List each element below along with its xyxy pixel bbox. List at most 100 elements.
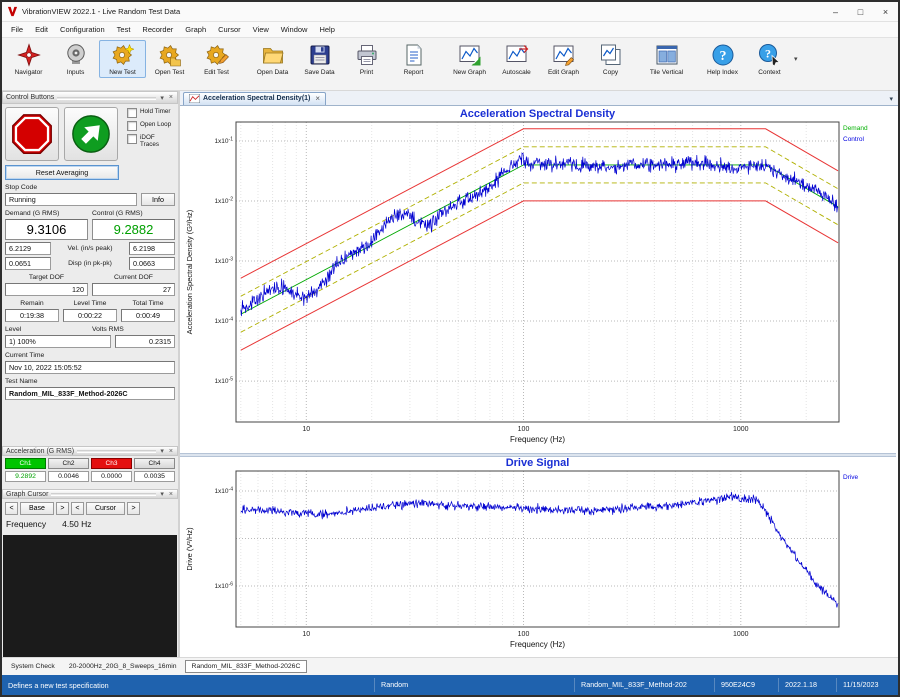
start-arrow-icon — [70, 113, 112, 155]
svg-text:Drive (V²/Hz): Drive (V²/Hz) — [185, 527, 194, 571]
app-logo-icon — [7, 6, 18, 17]
bottom-tab-system-check[interactable]: System Check — [5, 661, 61, 672]
toolbar-group: Navigator Inputs New Test Open TestEdit Tes… — [5, 40, 240, 78]
total-time-value: 0:00:49 — [121, 309, 175, 322]
status-bar: Defines a new test specification Random … — [2, 675, 898, 695]
graph-cursor-panel-header: Graph Cursor ▾ × — [2, 489, 178, 499]
panel-collapse-icon[interactable]: ▾ — [159, 447, 165, 455]
channel-header-ch2[interactable]: Ch2 — [48, 458, 89, 469]
help-index-icon: ? — [711, 43, 735, 67]
info-button[interactable]: Info — [141, 193, 175, 206]
graph-tab[interactable]: Acceleration Spectral Density(1) × — [183, 92, 326, 105]
toolbar-button-navigator[interactable]: Navigator — [5, 40, 52, 78]
minimize-button[interactable]: – — [823, 2, 848, 21]
svg-text:1x10-5: 1x10-5 — [214, 377, 233, 386]
save-data-icon — [308, 43, 332, 67]
acceleration-panel: Acceleration (G RMS) ▾ × Ch1Ch2Ch3Ch49.2… — [2, 446, 178, 484]
cursor-button[interactable]: Cursor — [86, 502, 125, 515]
toolbar-button-help-index[interactable]: ?Help Index — [699, 40, 746, 78]
frequency-label: Frequency — [6, 519, 46, 529]
menu-item-test[interactable]: Test — [111, 23, 137, 36]
toolbar-button-new-test[interactable]: New Test — [99, 40, 146, 78]
asd-chart[interactable]: 1010010001x10-11x10-21x10-31x10-41x10-5A… — [180, 106, 896, 453]
window-title: VibrationVIEW 2022.1 - Live Random Test … — [22, 7, 823, 16]
toolbar-button-copy[interactable]: Copy — [587, 40, 634, 78]
menu-item-recorder[interactable]: Recorder — [136, 23, 179, 36]
toolbar-button-edit-graph[interactable]: Edit Graph — [540, 40, 587, 78]
panel-close-icon[interactable]: × — [168, 448, 174, 455]
status-id: 950E24C9 — [714, 678, 778, 692]
panel-collapse-icon[interactable]: ▾ — [159, 94, 165, 102]
panel-collapse-icon[interactable]: ▾ — [159, 490, 165, 498]
base-next-button[interactable]: > — [56, 502, 69, 515]
test-name-value: Random_MIL_833F_Method-2026C — [5, 387, 175, 400]
toolbar: Navigator Inputs New Test Open TestEdit Tes… — [2, 38, 898, 91]
toolbar-button-edit-test[interactable]: Edit Test — [193, 40, 240, 78]
volts-rms-label: Volts RMS — [92, 326, 175, 333]
channel-value-ch2: 0.0046 — [48, 471, 89, 482]
menu-item-file[interactable]: File — [5, 23, 29, 36]
toolbar-button-autoscale[interactable]: Autoscale — [493, 40, 540, 78]
menu-item-window[interactable]: Window — [275, 23, 314, 36]
toolbar-button-context[interactable]: ?Context — [746, 40, 793, 78]
checkbox-item-idof-traces: iDOF Traces — [127, 134, 175, 148]
control-buttons-panel-body: Hold TimerOpen LoopiDOF Traces Reset Ave… — [2, 104, 178, 400]
graph-tab-close-icon[interactable]: × — [315, 94, 320, 103]
bottom-tab-20-2000hz-20g-8-sweeps-16min[interactable]: 20-2000Hz_20G_8_Sweeps_16min — [63, 661, 183, 672]
checkbox-open-loop[interactable] — [127, 121, 137, 131]
content-area: Control Buttons ▾ × — [2, 91, 898, 657]
toolbar-button-save-data[interactable]: Save Data — [296, 40, 343, 78]
drive-chart[interactable]: 1010010001x10-41x10-6Drive SignalFrequen… — [180, 457, 896, 657]
menu-item-graph[interactable]: Graph — [179, 23, 212, 36]
cursor-next-button[interactable]: > — [127, 502, 140, 515]
svg-text:1x10-3: 1x10-3 — [214, 257, 233, 266]
toolbar-group: ?Help Index?Context▾ — [699, 40, 798, 78]
toolbar-button-label: New Test — [109, 69, 136, 76]
toolbar-button-report[interactable]: Report — [390, 40, 437, 78]
channel-header-ch4[interactable]: Ch4 — [134, 458, 175, 469]
graph-tab-icon — [189, 94, 200, 103]
toolbar-button-print[interactable]: Print — [343, 40, 390, 78]
open-data-icon — [261, 43, 285, 67]
channel-header-ch1[interactable]: Ch1 — [5, 458, 46, 469]
checkbox-column: Hold TimerOpen LoopiDOF Traces — [127, 107, 175, 161]
app-window: VibrationVIEW 2022.1 - Live Random Test … — [0, 0, 900, 697]
left-dock: Control Buttons ▾ × — [2, 91, 180, 657]
svg-text:1x10-2: 1x10-2 — [214, 197, 233, 206]
toolbar-button-label: Inputs — [67, 69, 85, 76]
context-dropdown-icon[interactable]: ▾ — [794, 55, 798, 63]
maximize-button[interactable]: □ — [848, 2, 873, 21]
base-prev-button[interactable]: < — [5, 502, 18, 515]
stop-button[interactable] — [5, 107, 59, 161]
menu-item-configuration[interactable]: Configuration — [54, 23, 111, 36]
panel-close-icon[interactable]: × — [168, 491, 174, 498]
panel-close-icon[interactable]: × — [168, 94, 174, 101]
remain-label: Remain — [5, 300, 59, 307]
menu-item-edit[interactable]: Edit — [29, 23, 54, 36]
toolbar-button-inputs[interactable]: Inputs — [52, 40, 99, 78]
start-button[interactable] — [64, 107, 118, 161]
base-button[interactable]: Base — [20, 502, 54, 515]
checkbox-idof-traces[interactable] — [127, 134, 137, 144]
checkbox-hold-timer[interactable] — [127, 108, 137, 118]
cursor-prev-button[interactable]: < — [71, 502, 84, 515]
menu-item-help[interactable]: Help — [313, 23, 340, 36]
navigator-icon — [17, 43, 41, 67]
menu-item-cursor[interactable]: Cursor — [212, 23, 247, 36]
channel-header-ch3[interactable]: Ch3 — [91, 458, 132, 469]
level-time-value: 0:00:22 — [63, 309, 117, 322]
tab-overflow-icon[interactable]: ▾ — [887, 95, 895, 105]
bottom-tab-random-mil-833f-method-2026c[interactable]: Random_MIL_833F_Method-2026C — [185, 660, 308, 673]
checkbox-label: iDOF Traces — [140, 134, 175, 148]
toolbar-button-open-test[interactable]: Open Test — [146, 40, 193, 78]
toolbar-button-tile-vertical[interactable]: Tile Vertical — [643, 40, 690, 78]
reset-averaging-button[interactable]: Reset Averaging — [5, 165, 119, 180]
status-message: Defines a new test specification — [2, 681, 374, 690]
control-buttons-row: Hold TimerOpen LoopiDOF Traces — [5, 107, 175, 161]
menu-item-view[interactable]: View — [247, 23, 275, 36]
svg-text:?: ? — [719, 49, 726, 64]
toolbar-button-open-data[interactable]: Open Data — [249, 40, 296, 78]
close-button[interactable]: × — [873, 2, 898, 21]
toolbar-button-new-graph[interactable]: New Graph — [446, 40, 493, 78]
new-test-icon — [111, 43, 135, 67]
